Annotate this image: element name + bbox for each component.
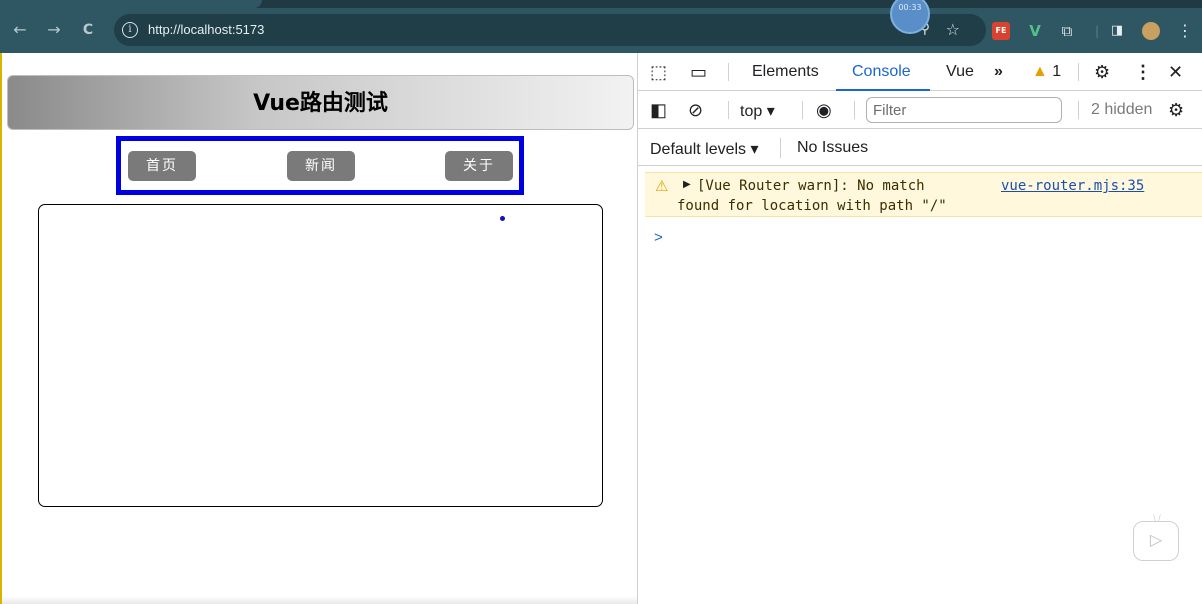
side-panel-icon[interactable]: ◨ <box>1108 22 1126 40</box>
bookmark-star-icon[interactable]: ☆ <box>946 20 960 39</box>
console-warning-message[interactable]: ⚠ ▶ [Vue Router warn]: No match found fo… <box>645 172 1202 217</box>
floating-player-icon[interactable]: \ / ▷ <box>1133 514 1179 561</box>
divider <box>780 138 781 158</box>
site-info-icon[interactable]: i <box>122 22 138 38</box>
address-bar[interactable]: i http://localhost:5173 ⚲ ☆ <box>114 14 986 46</box>
devtools-panel: ⬚ ▭ Elements Console Vue » ▲ 1 ⚙ ⋮ ✕ ◧ ⊘… <box>637 53 1202 604</box>
tab-strip <box>0 0 1202 8</box>
timer-text: 00:33 <box>898 3 922 12</box>
warning-count: 1 <box>1052 63 1062 80</box>
more-options-icon[interactable]: ⋮ <box>1134 62 1152 82</box>
nav-home-button[interactable]: 首页 <box>128 151 196 181</box>
router-view-container <box>38 204 603 507</box>
console-toolbar: ◧ ⊘ top ▾ ◉ Filter 2 hidden ⚙ <box>638 91 1202 129</box>
browser-toolbar: ← → C i http://localhost:5173 ⚲ ☆ 00:33 … <box>0 0 1202 53</box>
live-expression-eye-icon[interactable]: ◉ <box>816 100 832 120</box>
expand-arrow-icon[interactable]: ▶ <box>683 179 691 190</box>
active-tab[interactable] <box>0 0 262 8</box>
log-levels-dropdown[interactable]: Default levels ▾ <box>650 139 759 159</box>
nav-about-button[interactable]: 关于 <box>445 151 513 181</box>
devtools-tabbar: ⬚ ▭ Elements Console Vue » ▲ 1 ⚙ ⋮ ✕ <box>638 53 1202 91</box>
warning-icon: ⚠ <box>655 177 669 195</box>
divider <box>1078 101 1079 119</box>
hidden-messages-count: 2 hidden <box>1091 101 1153 118</box>
divider <box>728 101 729 119</box>
console-settings-gear-icon[interactable]: ⚙ <box>1168 100 1184 120</box>
sidebar-toggle-icon[interactable]: ◧ <box>650 100 667 120</box>
forward-arrow-icon[interactable]: → <box>44 20 64 40</box>
divider <box>854 101 855 119</box>
nav-news-button[interactable]: 新闻 <box>287 151 355 181</box>
page-viewport: Vue路由测试 首页 新闻 关于 <box>0 53 639 604</box>
warning-counter[interactable]: ▲ 1 <box>1032 63 1061 81</box>
menu-dots-icon[interactable]: ⋮ <box>1176 22 1194 40</box>
filter-placeholder: Filter <box>873 102 907 119</box>
inspect-element-icon[interactable]: ⬚ <box>650 62 667 82</box>
divider <box>1078 63 1079 81</box>
settings-gear-icon[interactable]: ⚙ <box>1094 62 1110 82</box>
cursor-dot <box>500 216 505 221</box>
toolbar-divider: | <box>1094 24 1100 38</box>
vue-devtools-icon[interactable]: V <box>1026 22 1044 40</box>
message-source-link[interactable]: vue-router.mjs:35 <box>1001 178 1144 194</box>
context-label: top <box>740 103 763 120</box>
console-prompt[interactable]: > <box>654 229 663 246</box>
tab-vue[interactable]: Vue <box>946 63 974 81</box>
page-bottom-shadow <box>2 596 639 604</box>
divider <box>802 101 803 119</box>
url-text[interactable]: http://localhost:5173 <box>148 22 264 37</box>
fe-helper-icon[interactable]: FE <box>992 22 1010 40</box>
page-title: Vue路由测试 <box>253 91 388 116</box>
reload-icon[interactable]: C <box>78 20 98 40</box>
clear-console-icon[interactable]: ⊘ <box>688 100 703 120</box>
device-toolbar-icon[interactable]: ▭ <box>690 62 707 82</box>
console-levels-bar: Default levels ▾ No Issues <box>638 129 1202 166</box>
tab-elements[interactable]: Elements <box>752 63 819 81</box>
extensions-puzzle-icon[interactable]: ⧉ <box>1058 22 1076 40</box>
warning-text-line1: [Vue Router warn]: No match <box>697 178 925 194</box>
issues-status[interactable]: No Issues <box>797 139 868 157</box>
more-tabs-icon[interactable]: » <box>994 63 1003 81</box>
tab-console[interactable]: Console <box>852 63 911 81</box>
warning-text-line2: found for location with path "/" <box>677 198 947 214</box>
context-selector[interactable]: top ▾ <box>740 101 775 121</box>
page-header: Vue路由测试 <box>7 75 634 130</box>
tv-ears-icon: \ / <box>1153 513 1161 523</box>
filter-input[interactable]: Filter <box>866 97 1062 123</box>
divider <box>728 63 729 81</box>
profile-avatar[interactable] <box>1142 22 1160 40</box>
back-arrow-icon[interactable]: ← <box>10 20 30 40</box>
router-nav: 首页 新闻 关于 <box>116 136 524 195</box>
warning-icon: ▲ <box>1032 63 1048 80</box>
levels-label: Default levels <box>650 141 747 158</box>
close-icon[interactable]: ✕ <box>1168 62 1183 82</box>
